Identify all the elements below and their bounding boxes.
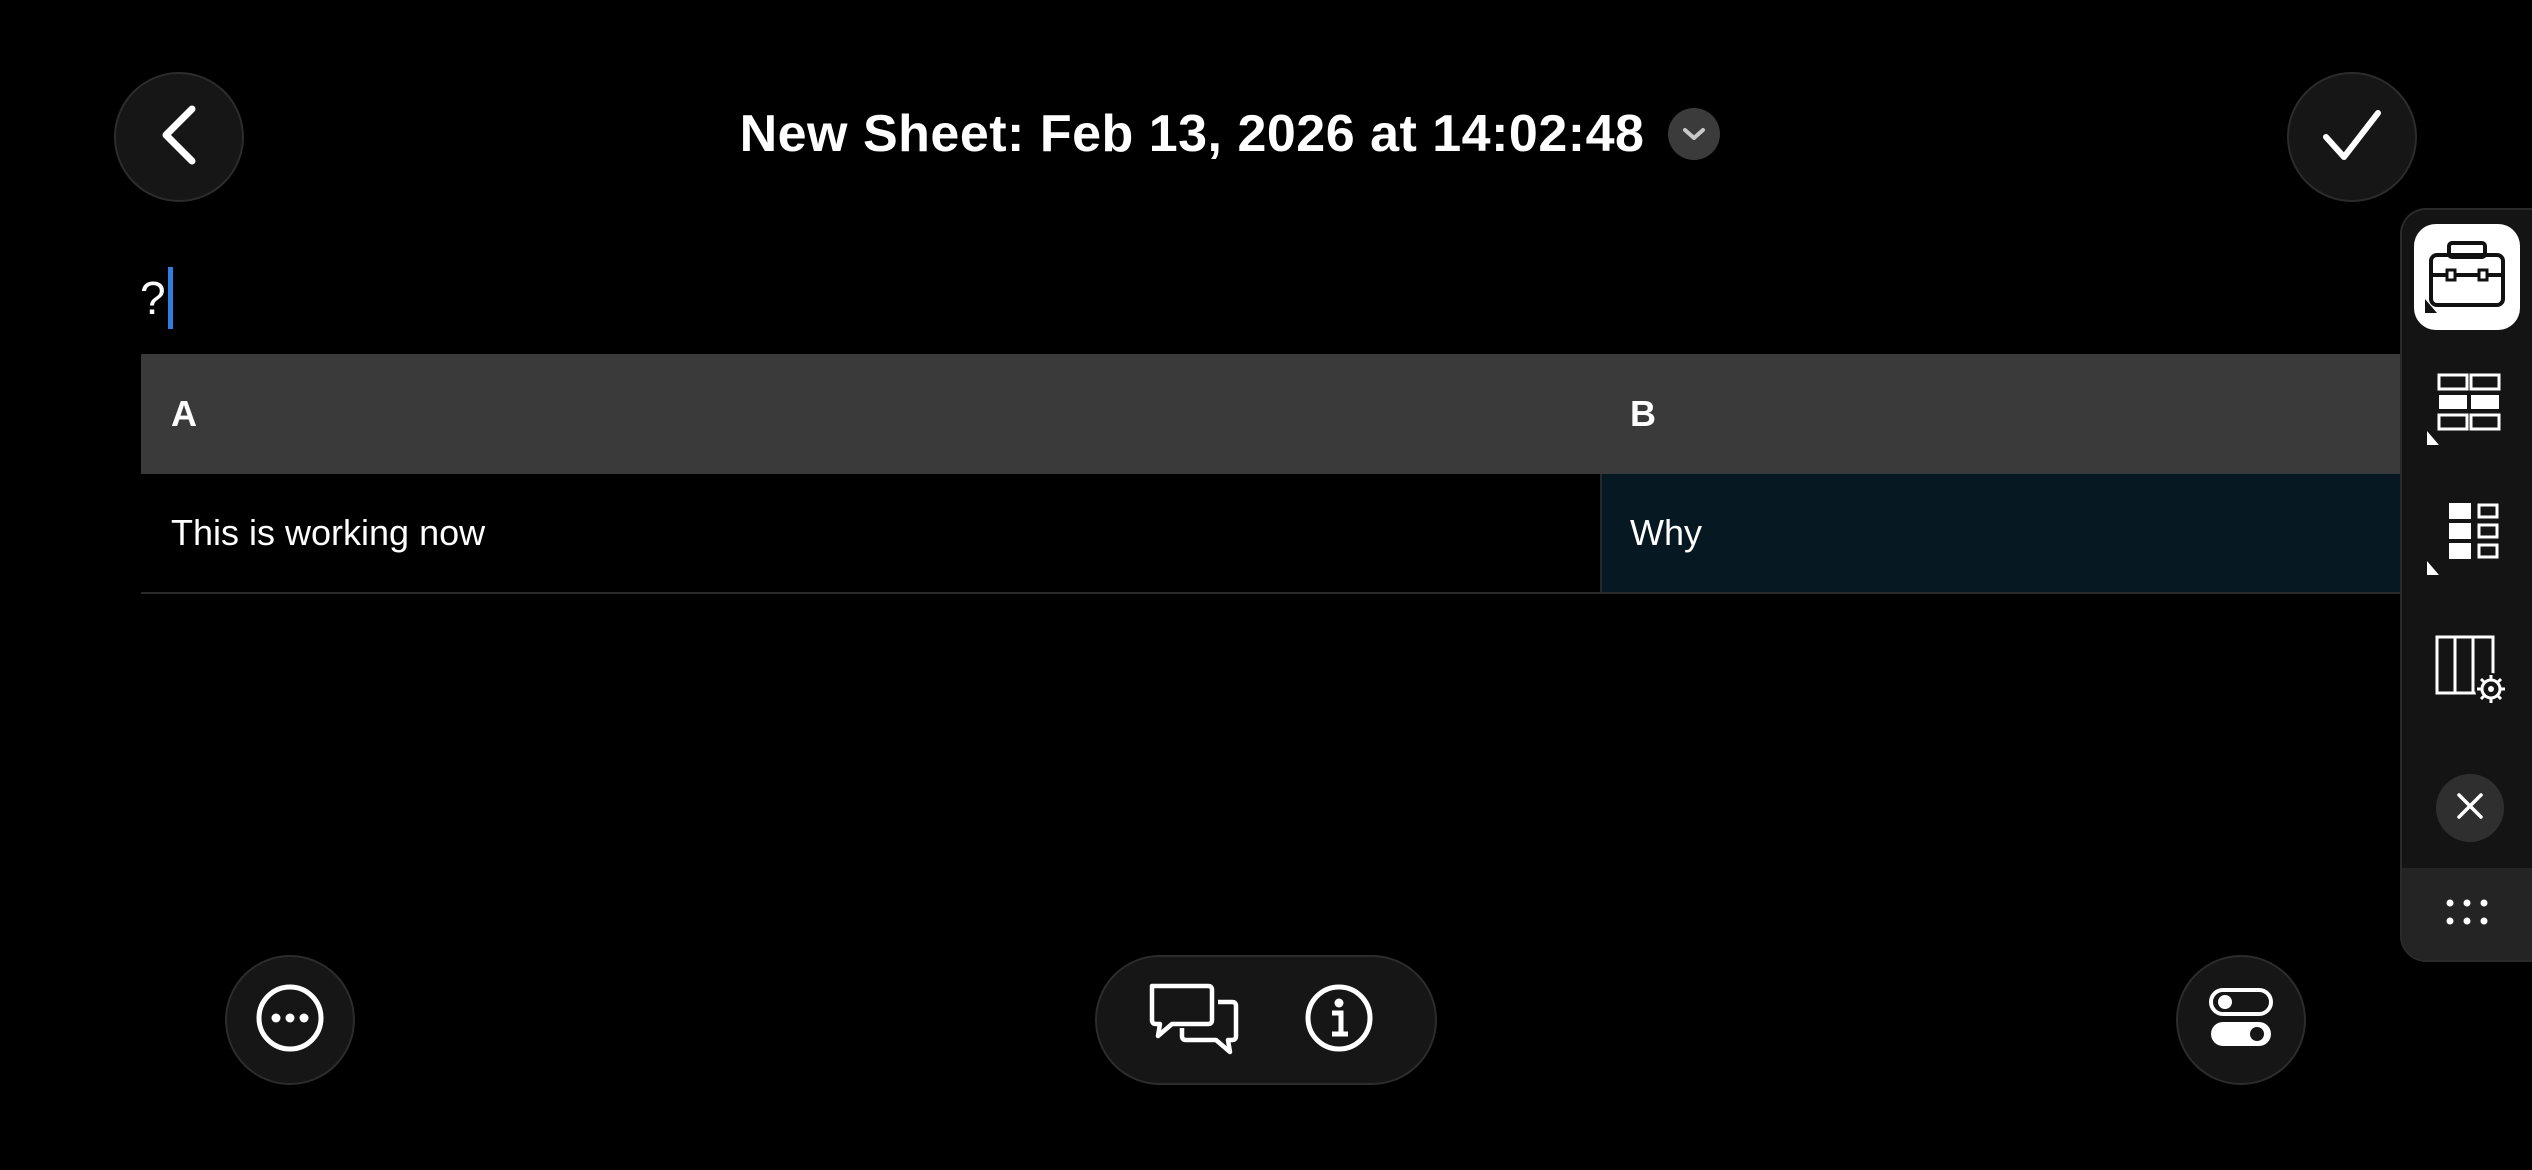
table-row: This is working now Why <box>141 474 2400 594</box>
info-button[interactable] <box>1284 965 1394 1075</box>
column-header-b[interactable]: B <box>1600 354 2400 474</box>
done-button[interactable] <box>2287 72 2417 202</box>
info-circle-icon <box>1304 983 1374 1058</box>
checkmark-icon <box>2320 107 2384 168</box>
row-grid-icon <box>2427 369 2507 450</box>
cell-editor-text: ? <box>140 272 166 324</box>
toolbox-icon <box>2425 237 2509 318</box>
toggle-switches-icon <box>2208 986 2274 1055</box>
cell-b1[interactable]: Why <box>1600 474 2400 592</box>
close-icon <box>2455 791 2485 826</box>
chevron-down-icon[interactable] <box>1668 108 1721 160</box>
column-settings-icon <box>2427 631 2507 712</box>
ellipsis-circle-icon <box>255 983 325 1058</box>
comments-button[interactable] <box>1139 965 1249 1075</box>
panel-more-button[interactable] <box>2402 868 2532 960</box>
toolbox-button[interactable] <box>2414 224 2520 330</box>
spreadsheet-grid: A B This is working now Why <box>141 354 2400 594</box>
bottom-toolbar <box>1095 955 1437 1085</box>
column-grid-icon <box>2427 499 2507 580</box>
close-panel-button[interactable] <box>2436 774 2504 842</box>
cell-a1[interactable]: This is working now <box>141 474 1600 592</box>
row-select-button[interactable] <box>2414 356 2520 462</box>
tool-panel <box>2400 208 2532 962</box>
more-options-button[interactable] <box>225 955 355 1085</box>
cell-editor-input[interactable]: ? <box>140 266 173 330</box>
text-caret <box>167 267 173 329</box>
dots-grid-icon <box>2445 897 2489 932</box>
column-header-a[interactable]: A <box>141 354 1600 474</box>
title-bar: New Sheet: Feb 13, 2026 at 14:02:48 <box>0 104 2460 164</box>
chat-bubbles-icon <box>1146 980 1242 1061</box>
header-row: A B <box>141 354 2400 474</box>
column-select-button[interactable] <box>2414 486 2520 592</box>
page-title: New Sheet: Feb 13, 2026 at 14:02:48 <box>739 105 1645 163</box>
column-settings-button[interactable] <box>2414 618 2520 724</box>
settings-toggles-button[interactable] <box>2176 955 2306 1085</box>
